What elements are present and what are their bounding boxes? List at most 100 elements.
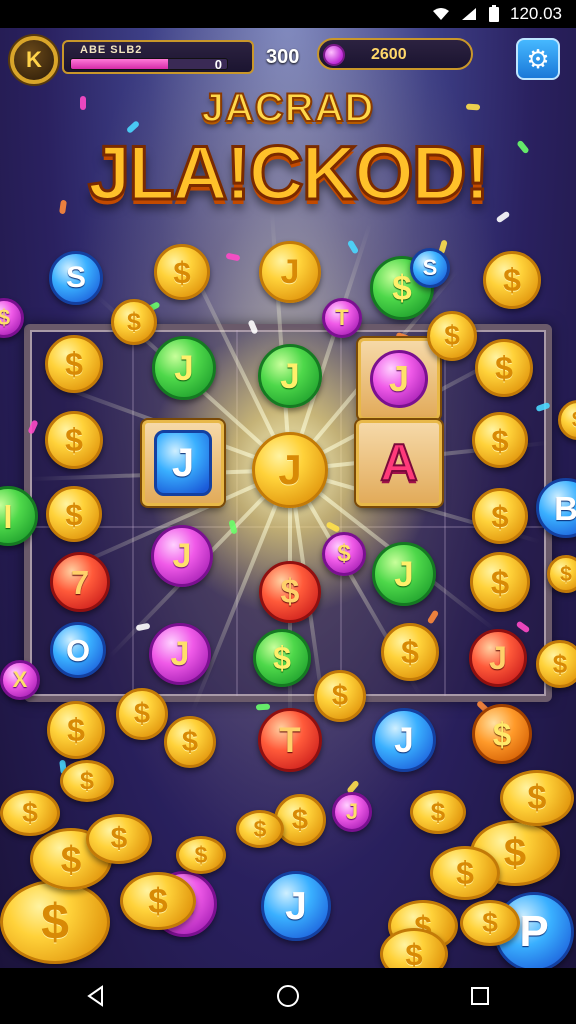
blue-coin[interactable]: S [49,251,103,305]
coin-symbol: J [345,799,359,824]
coin-symbol: P [519,907,549,956]
pile-coin: $ [176,836,226,874]
pile-coin: $ [0,790,60,836]
coin-symbol: B [554,489,576,527]
home-button[interactable] [268,976,308,1016]
coin-symbol: $ [253,815,267,842]
red-coin[interactable]: T [258,708,322,772]
orange-coin[interactable]: $ [472,704,532,764]
coin-symbol: $ [65,496,83,532]
coin-symbol: J [278,446,302,493]
back-button[interactable] [76,976,116,1016]
pile-coin: $ [430,846,500,900]
coin-symbol: $ [110,822,128,855]
pink-coin[interactable]: $ [322,532,366,576]
symbol-tile[interactable]: J [358,338,440,420]
confetti-piece [255,703,271,711]
gold-coin[interactable]: $ [154,244,210,300]
coin-symbol: $ [503,831,527,875]
gold-coin[interactable]: J [259,241,321,303]
back-icon [87,985,103,1007]
tile-letter: A [379,433,419,493]
red-coin[interactable]: 7 [50,552,110,612]
gold-coin[interactable]: $ [536,640,576,688]
battery-icon [489,5,499,22]
settings-button[interactable]: ⚙ [516,38,560,80]
green-coin[interactable]: J [258,344,322,408]
gold-coin[interactable]: $ [314,670,366,722]
gold-coin[interactable]: $ [111,299,157,345]
coin-symbol: $ [491,498,509,534]
gem-counter[interactable]: 2600 [317,38,473,70]
gold-coin[interactable]: $ [427,311,477,361]
avatar-letter: K [26,47,42,72]
pink-coin[interactable]: J [149,623,211,685]
coin-symbol: J [280,253,300,291]
gold-coin[interactable]: $ [472,488,528,544]
green-coin[interactable]: J [152,336,216,400]
gold-coin[interactable]: $ [45,411,103,469]
gold-coin[interactable]: $ [274,794,326,846]
pile-coin: $ [60,760,114,802]
coin-symbol: $ [405,936,423,972]
green-coin[interactable]: J [372,542,436,606]
blue-coin[interactable]: J [261,871,331,941]
gold-coin[interactable]: J [252,432,328,508]
gold-coin[interactable]: $ [47,701,105,759]
gem-icon [323,44,345,66]
xp-panel: ABE SLB2 0 [62,40,254,74]
coin-symbol: $ [80,766,94,795]
pink-coin[interactable]: X [0,660,40,700]
gold-coin[interactable]: $ [116,688,168,740]
pile-coin: $ [410,790,466,834]
letter-tile[interactable]: A [356,420,442,506]
title-line-1: JACRAD [201,85,375,131]
coin-symbol: J [489,640,507,676]
blue-coin[interactable]: O [50,622,106,678]
gold-coin[interactable]: $ [470,552,530,612]
blue-coin[interactable]: S [410,248,450,288]
coin-symbol: $ [560,562,572,586]
top-hud: K ABE SLB2 0 300 2600 ⚙ [0,28,576,90]
xp-bar [70,58,228,70]
tile-symbol: J [154,430,212,496]
coin-symbol: $ [527,779,547,817]
recents-button[interactable] [460,976,500,1016]
coin-symbol: J [280,356,300,396]
column-divider [236,330,238,696]
coin-symbol: $ [181,725,199,758]
blue-coin[interactable]: J [372,708,436,772]
coin-symbol: 7 [70,563,90,601]
coin-symbol: $ [331,679,349,712]
coin-symbol: $ [273,640,291,676]
coin-symbol: T [279,720,301,760]
player-avatar[interactable]: K [10,36,58,84]
gold-coin[interactable]: $ [381,623,439,681]
title-line-2: JLA!CKOD! [87,130,492,218]
confetti-piece [346,239,360,255]
gold-coin[interactable]: $ [45,335,103,393]
red-coin[interactable]: $ [259,561,321,623]
gold-coin[interactable]: $ [483,251,541,309]
gold-coin[interactable]: $ [164,716,216,768]
gold-coin[interactable]: $ [475,339,533,397]
pink-coin[interactable]: $ [0,298,24,338]
gold-coin[interactable]: $ [472,412,528,468]
xp-value: 0 [214,57,222,72]
coin-symbol: $ [60,838,82,880]
wifi-icon [433,8,449,20]
green-coin[interactable]: $ [253,629,311,687]
pile-coin: $ [500,770,574,826]
pink-coin[interactable]: J [151,525,213,587]
coin-symbol: $ [552,649,568,679]
coin-symbol: J [174,348,194,388]
pink-coin[interactable]: T [322,298,362,338]
gold-coin[interactable]: $ [558,400,576,440]
pile-coin: $ [236,810,284,848]
coin-symbol: $ [491,422,509,458]
gold-coin[interactable]: $ [46,486,102,542]
status-bar: 120.03 [0,0,576,28]
pink-coin[interactable]: J [332,792,372,832]
symbol-tile[interactable]: J [142,420,224,506]
red-coin[interactable]: J [469,629,527,687]
